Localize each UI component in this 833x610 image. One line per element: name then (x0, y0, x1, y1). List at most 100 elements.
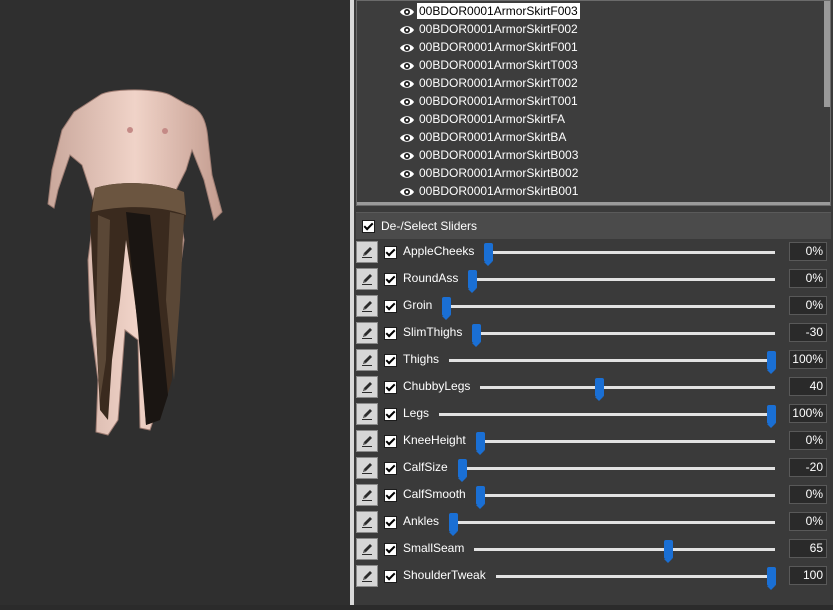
tree-item-label: 00BDOR0001ArmorSkirtFA (419, 112, 566, 126)
eye-icon[interactable] (399, 59, 415, 71)
slider-panel: 00BDOR0001ArmorSkirtF003 00BDOR0001ArmorS… (354, 0, 833, 605)
pencil-icon[interactable] (356, 565, 378, 587)
tree-item[interactable]: 00BDOR0001ArmorSkirtT002 (399, 74, 580, 92)
slider-thumb[interactable] (472, 324, 481, 347)
slider-checkbox[interactable] (384, 570, 397, 583)
slider-value-field[interactable]: 40 (789, 377, 827, 396)
tree-item[interactable]: 00BDOR0001ArmorSkirtB002 (399, 164, 580, 182)
eye-icon[interactable] (399, 77, 415, 89)
eye-icon[interactable] (399, 113, 415, 125)
eye-icon[interactable] (399, 41, 415, 53)
slider-checkbox[interactable] (384, 246, 397, 259)
eye-icon[interactable] (399, 167, 415, 179)
slider-thumb[interactable] (595, 378, 604, 401)
slider-value-field[interactable]: 0% (789, 269, 827, 288)
tree-item[interactable]: 00BDOR0001ArmorSkirtBA (399, 128, 568, 146)
pencil-icon[interactable] (356, 430, 378, 452)
pencil-icon[interactable] (356, 241, 378, 263)
slider-thumb[interactable] (767, 567, 776, 590)
slider-track[interactable] (474, 548, 775, 551)
slider-checkbox[interactable] (384, 273, 397, 286)
tree-item-label: 00BDOR0001ArmorSkirtT001 (419, 94, 578, 108)
pencil-icon[interactable] (356, 376, 378, 398)
select-all-header[interactable]: De-/Select Sliders (356, 212, 831, 239)
tree-item[interactable]: 00BDOR0001ArmorSkirtB003 (399, 146, 580, 164)
pencil-icon[interactable] (356, 484, 378, 506)
slider-track[interactable] (476, 494, 775, 497)
tree-item-label: 00BDOR0001ArmorSkirtB001 (419, 184, 579, 198)
slider-value-field[interactable]: 100% (789, 404, 827, 423)
slider-thumb[interactable] (476, 432, 485, 455)
pencil-icon[interactable] (356, 349, 378, 371)
slider-thumb[interactable] (476, 486, 485, 509)
slider-checkbox[interactable] (384, 354, 397, 367)
slider-thumb[interactable] (484, 243, 493, 266)
slider-thumb[interactable] (458, 459, 467, 482)
3d-preview-viewport[interactable] (0, 0, 350, 605)
tree-item[interactable]: 00BDOR0001ArmorSkirtF002 (399, 20, 580, 38)
slider-track[interactable] (496, 575, 775, 578)
pencil-icon[interactable] (356, 295, 378, 317)
eye-icon[interactable] (399, 5, 415, 17)
slider-track[interactable] (468, 278, 775, 281)
slider-checkbox[interactable] (384, 381, 397, 394)
slider-track[interactable] (484, 251, 775, 254)
slider-track[interactable] (439, 413, 775, 416)
slider-value-field[interactable]: -20 (789, 458, 827, 477)
slider-value-field[interactable]: 100 (789, 566, 827, 585)
slider-value-field[interactable]: -30 (789, 323, 827, 342)
pencil-icon[interactable] (356, 538, 378, 560)
pencil-icon[interactable] (356, 322, 378, 344)
slider-checkbox[interactable] (384, 462, 397, 475)
slider-thumb[interactable] (767, 351, 776, 374)
slider-checkbox[interactable] (384, 489, 397, 502)
slider-checkbox[interactable] (384, 543, 397, 556)
slider-track[interactable] (442, 305, 775, 308)
slider-checkbox[interactable] (384, 300, 397, 313)
tree-item[interactable]: 00BDOR0001ArmorSkirtT001 (399, 92, 580, 110)
slider-track[interactable] (449, 359, 775, 362)
tree-item[interactable]: 00BDOR0001ArmorSkirtF003 (399, 2, 580, 20)
slider-checkbox[interactable] (384, 327, 397, 340)
slider-value-field[interactable]: 0% (789, 242, 827, 261)
slider-value-field[interactable]: 0% (789, 512, 827, 531)
tree-item[interactable]: 00BDOR0001ArmorSkirtB001 (399, 182, 580, 200)
pencil-icon[interactable] (356, 511, 378, 533)
eye-icon[interactable] (399, 131, 415, 143)
slider-track[interactable] (449, 521, 775, 524)
slider-label: Thighs (403, 352, 440, 366)
tree-horizontal-scrollbar[interactable] (357, 202, 830, 205)
slider-value-field[interactable]: 65 (789, 539, 827, 558)
eye-icon[interactable] (399, 95, 415, 107)
slider-value-field[interactable]: 100% (789, 350, 827, 369)
slider-thumb[interactable] (767, 405, 776, 428)
eye-icon[interactable] (399, 149, 415, 161)
tree-item-label: 00BDOR0001ArmorSkirtB002 (419, 166, 579, 180)
outfit-tree[interactable]: 00BDOR0001ArmorSkirtF003 00BDOR0001ArmorS… (356, 0, 831, 206)
slider-thumb[interactable] (664, 540, 673, 563)
slider-track[interactable] (476, 440, 775, 443)
pencil-icon[interactable] (356, 457, 378, 479)
slider-thumb[interactable] (442, 297, 451, 320)
eye-icon[interactable] (399, 185, 415, 197)
slider-row: AppleCheeks 0% (356, 240, 829, 266)
pencil-icon[interactable] (356, 268, 378, 290)
slider-checkbox[interactable] (384, 516, 397, 529)
slider-track[interactable] (458, 467, 775, 470)
tree-vertical-scrollbar[interactable] (824, 1, 830, 107)
slider-track[interactable] (480, 386, 775, 389)
slider-thumb[interactable] (449, 513, 458, 536)
tree-item[interactable]: 00BDOR0001ArmorSkirtFA (399, 110, 567, 128)
select-all-checkbox[interactable] (362, 219, 375, 233)
slider-value-field[interactable]: 0% (789, 296, 827, 315)
slider-checkbox[interactable] (384, 408, 397, 421)
tree-item[interactable]: 00BDOR0001ArmorSkirtT003 (399, 56, 580, 74)
slider-track[interactable] (472, 332, 775, 335)
slider-value-field[interactable]: 0% (789, 485, 827, 504)
slider-value-field[interactable]: 0% (789, 431, 827, 450)
tree-item[interactable]: 00BDOR0001ArmorSkirtF001 (399, 38, 580, 56)
slider-checkbox[interactable] (384, 435, 397, 448)
pencil-icon[interactable] (356, 403, 378, 425)
eye-icon[interactable] (399, 23, 415, 35)
slider-thumb[interactable] (468, 270, 477, 293)
